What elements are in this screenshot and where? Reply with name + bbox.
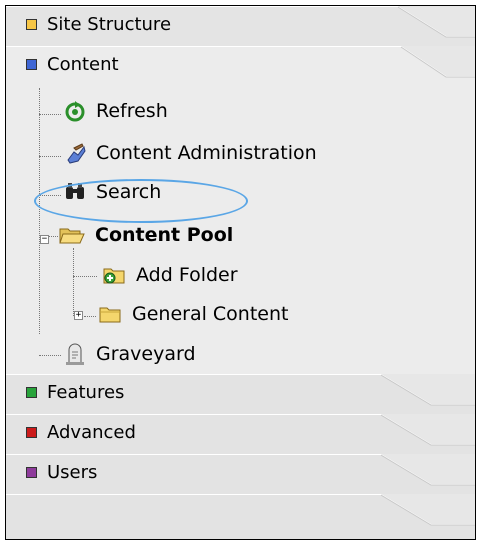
refresh-icon	[65, 101, 85, 122]
tree-item-refresh[interactable]: Refresh	[64, 100, 168, 122]
open-folder-icon	[59, 228, 85, 244]
tab-label: Users	[47, 462, 98, 483]
tab-empty	[6, 494, 475, 539]
tree-item-label: Add Folder	[136, 264, 238, 286]
tab-features[interactable]: Features	[6, 374, 475, 414]
site-structure-color-icon	[26, 19, 37, 30]
tombstone-icon	[66, 343, 84, 365]
expand-toggle[interactable]: +	[74, 311, 83, 320]
tree-item-label: Content Administration	[96, 142, 317, 164]
collapse-toggle[interactable]: −	[40, 235, 49, 244]
content-color-icon	[26, 59, 37, 70]
users-color-icon	[26, 467, 37, 478]
folder-icon	[99, 307, 121, 323]
tree-item-label: General Content	[132, 303, 289, 325]
tab-label: Site Structure	[47, 14, 172, 35]
tab-users[interactable]: Users	[6, 454, 475, 494]
search-highlight-ellipse	[34, 179, 248, 223]
tab-label: Features	[47, 382, 125, 403]
navigation-panel: Site Structure Content Refresh Content A…	[5, 5, 476, 540]
tab-content[interactable]: Content	[6, 46, 475, 88]
tree-item-label: Graveyard	[96, 343, 196, 365]
tree-item-label: Content Pool	[95, 224, 234, 246]
tab-advanced[interactable]: Advanced	[6, 414, 475, 454]
tree-item-add-folder[interactable]: Add Folder	[102, 264, 238, 286]
tab-label: Advanced	[47, 422, 136, 443]
tree-item-content-administration[interactable]: Content Administration	[64, 142, 317, 164]
tree-item-content-pool[interactable]: Content Pool	[59, 224, 233, 246]
tree-item-general-content[interactable]: General Content	[98, 303, 288, 325]
advanced-color-icon	[26, 427, 37, 438]
admin-hand-icon	[67, 143, 86, 164]
add-folder-icon	[103, 268, 125, 284]
tab-label: Content	[47, 54, 119, 75]
tree-item-label: Refresh	[96, 100, 168, 122]
tree-item-graveyard[interactable]: Graveyard	[64, 343, 196, 365]
tab-site-structure[interactable]: Site Structure	[6, 6, 475, 46]
features-color-icon	[26, 387, 37, 398]
